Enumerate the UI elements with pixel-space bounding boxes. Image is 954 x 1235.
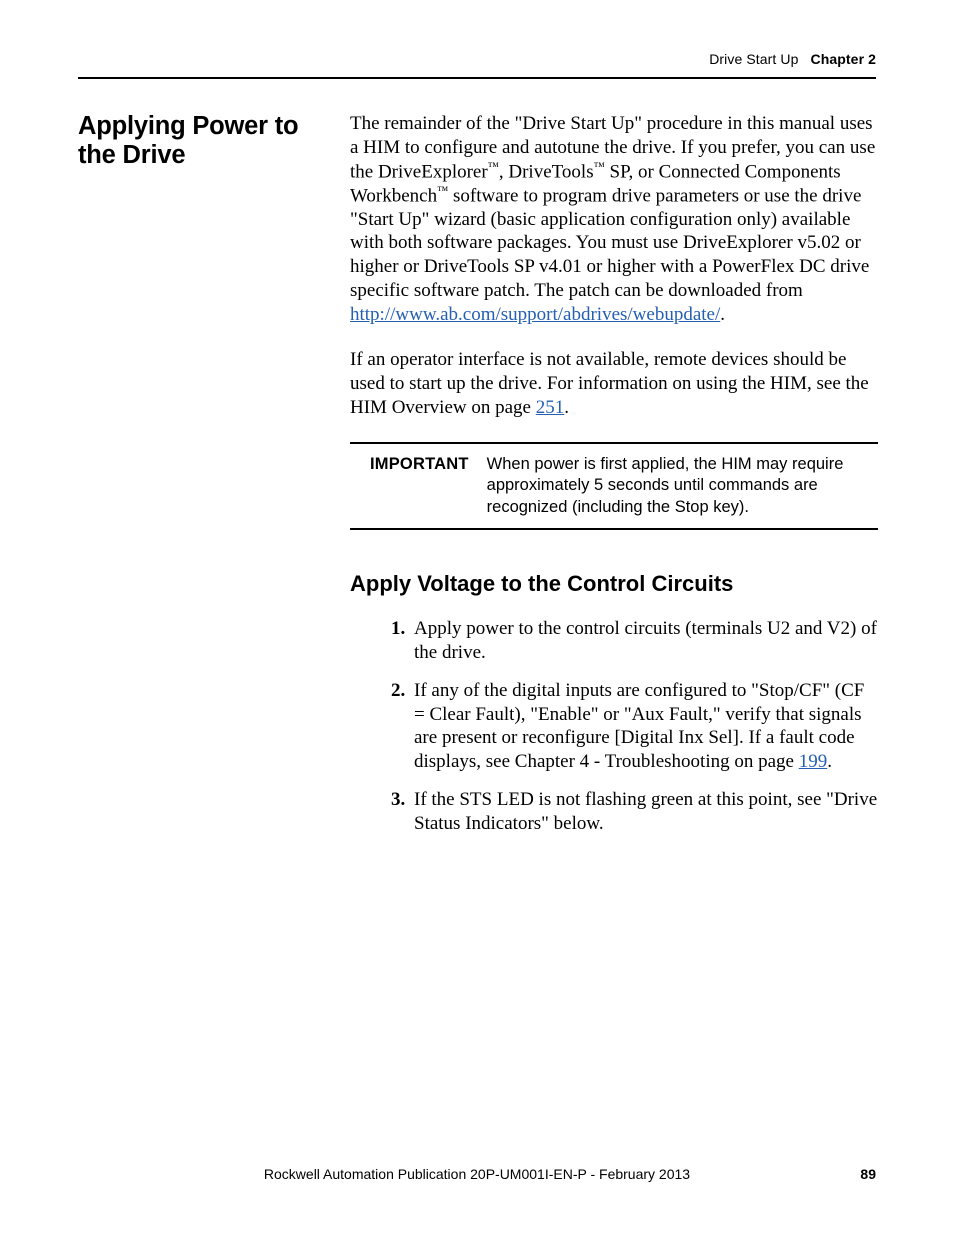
step-2: If any of the digital inputs are configu… [410, 679, 878, 774]
publication-line: Rockwell Automation Publication 20P-UM00… [78, 1166, 876, 1182]
trademark-symbol: ™ [437, 185, 448, 197]
important-label: IMPORTANT [350, 454, 487, 518]
running-head-chapter: Chapter 2 [811, 51, 876, 67]
running-head: Drive Start Up Chapter 2 [709, 51, 876, 67]
subsection-title: Apply Voltage to the Control Circuits [350, 570, 878, 598]
page-number: 89 [860, 1166, 876, 1182]
running-head-section: Drive Start Up [709, 51, 798, 67]
patch-download-link[interactable]: http://www.ab.com/support/abdrives/webup… [350, 304, 720, 325]
step-text: Apply power to the control circuits (ter… [414, 618, 877, 663]
steps-list: Apply power to the control circuits (ter… [350, 617, 878, 835]
header-rule [78, 77, 876, 79]
intro-paragraph-2: If an operator interface is not availabl… [350, 348, 878, 419]
step-text: . [827, 751, 832, 772]
trademark-symbol: ™ [594, 161, 605, 173]
important-text: When power is first applied, the HIM may… [487, 454, 878, 518]
step-3: If the STS LED is not flashing green at … [410, 788, 878, 836]
important-callout: IMPORTANT When power is first applied, t… [350, 442, 878, 530]
step-1: Apply power to the control circuits (ter… [410, 617, 878, 665]
text-run: . [720, 304, 725, 325]
trademark-symbol: ™ [488, 161, 499, 173]
step-text: If any of the digital inputs are configu… [414, 680, 864, 772]
page-251-link[interactable]: 251 [536, 397, 565, 418]
text-run: If an operator interface is not availabl… [350, 349, 869, 418]
section-title: Applying Power to the Drive [78, 112, 333, 171]
page: Drive Start Up Chapter 2 Applying Power t… [0, 0, 954, 1235]
step-text: If the STS LED is not flashing green at … [414, 789, 877, 834]
page-199-link[interactable]: 199 [799, 751, 828, 772]
text-run: , DriveTools [499, 161, 594, 182]
intro-paragraph-1: The remainder of the "Drive Start Up" pr… [350, 112, 878, 326]
body-column: The remainder of the "Drive Start Up" pr… [350, 112, 878, 849]
page-footer: Rockwell Automation Publication 20P-UM00… [78, 1166, 876, 1182]
text-run: . [564, 397, 569, 418]
